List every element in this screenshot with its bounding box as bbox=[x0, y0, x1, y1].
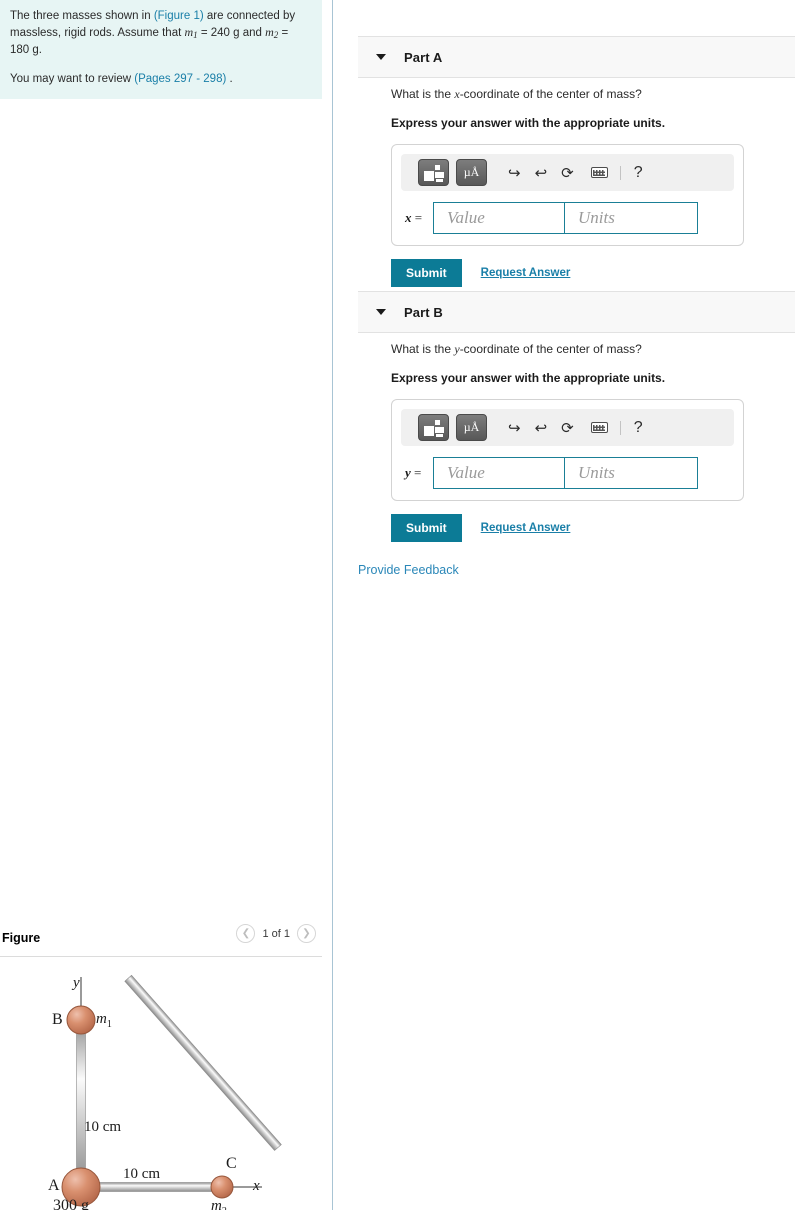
part-a-value-input[interactable]: Value bbox=[433, 202, 565, 234]
part-a-input-row: x = Value Units bbox=[401, 202, 734, 234]
figure-next-button[interactable]: ❯ bbox=[297, 924, 316, 943]
part-a-units-input[interactable]: Units bbox=[565, 202, 698, 234]
toolbar-separator bbox=[619, 420, 621, 435]
part-b-question: What is the y-coordinate of the center o… bbox=[391, 342, 791, 357]
question-post: -coordinate of the center of mass? bbox=[459, 342, 642, 356]
part-a-variable-label: x = bbox=[405, 210, 433, 226]
part-a-title: Part A bbox=[404, 49, 443, 65]
part-b-submit-button[interactable]: Submit bbox=[391, 514, 462, 542]
help-icon[interactable]: ? bbox=[634, 419, 643, 437]
part-a-question: What is the x-coordinate of the center o… bbox=[391, 87, 791, 102]
collapse-caret-icon[interactable] bbox=[376, 54, 386, 60]
math-template-icon[interactable] bbox=[418, 159, 449, 186]
part-b-variable-label: y = bbox=[405, 465, 433, 481]
m2-glyph: m bbox=[211, 1198, 222, 1210]
units-icon[interactable]: µÅ bbox=[456, 414, 487, 441]
part-a-request-answer-link[interactable]: Request Answer bbox=[481, 267, 571, 279]
provide-feedback-link[interactable]: Provide Feedback bbox=[358, 563, 459, 577]
part-b-answer-card: µÅ ↪ ↩ ⟳ ? y = Value Units bbox=[391, 399, 744, 501]
three-masses-diagram-svg bbox=[61, 974, 282, 1207]
part-b-body: What is the y -coordinate of the center o… bbox=[391, 342, 791, 542]
units-placeholder: Units bbox=[578, 463, 615, 482]
m2-symbol: m bbox=[265, 24, 274, 39]
mass-m2-label: m2 bbox=[211, 1198, 227, 1210]
keyboard-icon[interactable] bbox=[590, 422, 608, 433]
figure-section: Figure ❮ 1 of 1 ❯ y x B A C m1 m 300 g 1… bbox=[0, 920, 322, 1210]
vertical-dimension-label: 10 cm bbox=[84, 1119, 122, 1135]
figure-page-count: 1 of 1 bbox=[262, 927, 290, 940]
part-b-header[interactable]: Part B bbox=[358, 291, 795, 333]
node-b-label: B bbox=[52, 1011, 63, 1028]
part-b-input-row: y = Value Units bbox=[401, 457, 734, 489]
m1-symbol: m bbox=[184, 24, 194, 39]
part-b-units-input[interactable]: Units bbox=[565, 457, 698, 489]
collapse-caret-icon[interactable] bbox=[376, 309, 386, 315]
m1-sub-glyph: 1 bbox=[106, 1019, 112, 1030]
m2-sub-glyph: 2 bbox=[222, 1206, 227, 1210]
equals-glyph: = bbox=[414, 210, 423, 225]
units-placeholder: Units bbox=[578, 208, 615, 227]
figure-1-link[interactable]: (Figure 1) bbox=[154, 10, 204, 22]
mass-a-label: 300 g bbox=[53, 1197, 89, 1210]
part-a-instruction: Express your answer with the appropriate… bbox=[391, 116, 666, 130]
question-post: -coordinate of the center of mass? bbox=[459, 87, 642, 101]
reset-icon[interactable]: ⟳ bbox=[561, 419, 574, 437]
y-axis-label: y bbox=[73, 975, 80, 991]
problem-statement-box: The three masses shown in (Figure 1) are… bbox=[0, 0, 322, 99]
x-axis-label: x bbox=[253, 1178, 260, 1194]
review-suffix: . bbox=[226, 72, 233, 85]
part-b-actions: Submit Request Answer bbox=[391, 514, 791, 542]
toolbar-separator bbox=[619, 165, 621, 180]
node-c-label: C bbox=[226, 1155, 237, 1172]
help-icon[interactable]: ? bbox=[634, 164, 643, 182]
part-a-toolbar: µÅ ↪ ↩ ⟳ ? bbox=[401, 154, 734, 191]
math-template-icon[interactable] bbox=[418, 414, 449, 441]
m1-value: = 240 g and bbox=[197, 26, 266, 39]
problem-statement-text: The three masses shown in (Figure 1) are… bbox=[10, 9, 308, 59]
question-pre: What is the bbox=[391, 342, 455, 356]
value-placeholder: Value bbox=[447, 208, 485, 227]
part-a-body: What is the x -coordinate of the center o… bbox=[391, 87, 791, 287]
undo-icon[interactable]: ↪ bbox=[508, 419, 521, 437]
figure-prev-button[interactable]: ❮ bbox=[236, 924, 256, 943]
keyboard-icon[interactable] bbox=[590, 167, 608, 178]
node-a-label: A bbox=[48, 1177, 60, 1194]
part-b-title: Part B bbox=[404, 304, 443, 320]
figure-navigation: ❮ 1 of 1 ❯ bbox=[236, 924, 316, 943]
figure-title: Figure bbox=[2, 931, 41, 945]
review-text: You may want to review (Pages 297 - 298)… bbox=[10, 72, 308, 88]
units-icon-label: µÅ bbox=[463, 165, 480, 179]
right-panel: Part A What is the x -coordinate of the c… bbox=[333, 0, 795, 1210]
figure-header: Figure ❮ 1 of 1 ❯ bbox=[0, 920, 322, 956]
value-placeholder: Value bbox=[447, 463, 485, 482]
figure-diagram[interactable]: y x B A C m1 m2 300 g 10 cm 10 cm bbox=[0, 957, 322, 1210]
redo-icon[interactable]: ↩ bbox=[535, 419, 548, 437]
mass-m1-label: m1 bbox=[96, 1011, 112, 1030]
equals-glyph: = bbox=[414, 465, 422, 480]
m1-glyph: m bbox=[96, 1011, 107, 1027]
part-b-toolbar: µÅ ↪ ↩ ⟳ ? bbox=[401, 409, 734, 446]
question-pre: What is the bbox=[391, 87, 455, 101]
problem-text-part1: The three masses shown in bbox=[10, 10, 154, 22]
part-b-value-input[interactable]: Value bbox=[433, 457, 565, 489]
reset-icon[interactable]: ⟳ bbox=[561, 164, 574, 182]
problem-page: The three masses shown in (Figure 1) are… bbox=[0, 0, 795, 1210]
part-a-actions: Submit Request Answer bbox=[391, 259, 791, 287]
part-a-answer-card: µÅ ↪ ↩ ⟳ ? x = Value Units bbox=[391, 144, 744, 246]
pages-link[interactable]: (Pages 297 - 298) bbox=[134, 73, 226, 85]
redo-icon[interactable]: ↩ bbox=[535, 164, 548, 182]
part-b-instruction: Express your answer with the appropriate… bbox=[391, 371, 666, 385]
part-a-header[interactable]: Part A bbox=[358, 36, 795, 78]
undo-icon[interactable]: ↪ bbox=[508, 164, 521, 182]
part-a-submit-button[interactable]: Submit bbox=[391, 259, 462, 287]
review-prefix: You may want to review bbox=[10, 72, 135, 85]
horizontal-dimension-label: 10 cm bbox=[123, 1166, 161, 1182]
units-icon[interactable]: µÅ bbox=[456, 159, 487, 186]
units-icon-label: µÅ bbox=[463, 420, 480, 434]
left-panel: The three masses shown in (Figure 1) are… bbox=[0, 0, 332, 1210]
variable-glyph: x bbox=[405, 210, 412, 225]
part-b-request-answer-link[interactable]: Request Answer bbox=[481, 522, 571, 534]
variable-glyph: y bbox=[405, 465, 411, 480]
